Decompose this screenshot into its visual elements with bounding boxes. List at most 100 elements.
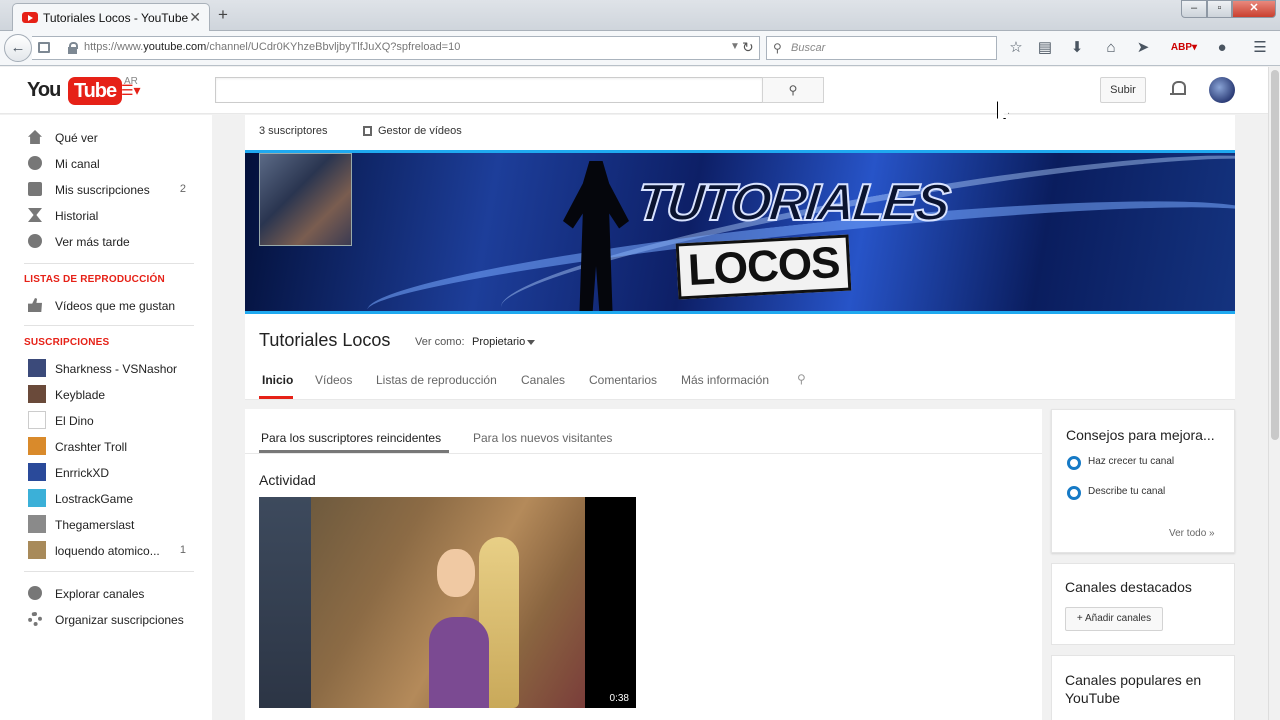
channel-owner-bar: 3 suscriptores Gestor de vídeos: [245, 115, 1235, 150]
reading-list-icon[interactable]: ▤: [1035, 38, 1055, 58]
tab-returning-subscribers[interactable]: Para los suscriptores reincidentes: [261, 431, 441, 445]
sidebar-item-history[interactable]: Historial: [24, 204, 194, 228]
channel-thumbnail: [28, 463, 46, 481]
reload-icon[interactable]: ↻: [742, 39, 754, 56]
tab-videos[interactable]: Vídeos: [315, 373, 352, 387]
subscription-item[interactable]: LostrackGame: [24, 487, 194, 511]
page-info-icon[interactable]: [38, 42, 50, 53]
window-close-button[interactable]: ✕: [1232, 0, 1276, 18]
subscription-item[interactable]: Keyblade: [24, 383, 194, 407]
new-tab-button[interactable]: +: [218, 5, 228, 25]
youtube-search-input[interactable]: [215, 77, 763, 103]
sidebar-item-label: Ver más tarde: [55, 235, 130, 249]
send-icon[interactable]: ➤: [1133, 38, 1153, 58]
tab-about[interactable]: Más información: [681, 373, 769, 387]
tips-title: Consejos para mejora...: [1066, 427, 1215, 443]
youtube-page: You Tube AR ☰▾ ⚲ Subir Qué ver Mi canal …: [0, 67, 1268, 720]
url-dropdown-icon[interactable]: ▼: [730, 41, 740, 52]
sidebar-item-label: Organizar suscripciones: [55, 613, 184, 627]
video-manager-link[interactable]: Gestor de vídeos: [378, 125, 462, 137]
tip-ring-icon: [1067, 486, 1081, 500]
history-icon: [28, 208, 42, 222]
window-maximize-button[interactable]: ▫: [1207, 0, 1232, 18]
tab-close-icon[interactable]: ✕: [189, 9, 201, 26]
avatar[interactable]: [1209, 77, 1235, 103]
upload-button[interactable]: Subir: [1100, 77, 1146, 103]
channel-banner[interactable]: TUTORIALES LOCOS: [245, 150, 1235, 314]
channel-feed: Para los suscriptores reincidentes Para …: [245, 409, 1042, 720]
channel-search-icon[interactable]: ⚲: [797, 372, 806, 386]
guide-sidebar: Qué ver Mi canal Mis suscripciones 2 His…: [0, 115, 212, 720]
video-thumbnail[interactable]: 0:38: [259, 497, 636, 708]
sidebar-item-manage-subscriptions[interactable]: Organizar suscripciones: [24, 608, 194, 632]
tab-discussion[interactable]: Comentarios: [589, 373, 657, 387]
subscription-label: Crashter Troll: [55, 440, 128, 454]
menu-icon[interactable]: ☰: [1250, 38, 1270, 58]
sidebar-item-my-channel[interactable]: Mi canal: [24, 152, 194, 176]
bookmark-star-icon[interactable]: ☆: [1006, 38, 1026, 58]
thumbs-up-icon: [28, 298, 42, 312]
download-icon[interactable]: ⬇: [1067, 38, 1087, 58]
sidebar-divider: [24, 263, 194, 264]
sidebar-item-label: Vídeos que me gustan: [55, 299, 176, 313]
sidebar-item-liked-videos[interactable]: Vídeos que me gustan: [24, 294, 194, 318]
channel-thumbnail: [28, 385, 46, 403]
youtube-search-button[interactable]: ⚲: [762, 77, 824, 103]
letterbox: [585, 497, 636, 708]
notifications-bell-icon[interactable]: [1169, 79, 1187, 99]
home-icon[interactable]: ⌂: [1101, 38, 1121, 58]
browser-search-field[interactable]: ⚲ Buscar: [766, 36, 997, 60]
add-channels-button[interactable]: + Añadir canales: [1065, 607, 1163, 631]
channel-title: Tutoriales Locos: [259, 330, 391, 350]
sidebar-item-what-to-watch[interactable]: Qué ver: [24, 126, 194, 150]
view-as-label: Ver como:: [415, 336, 465, 348]
address-bar[interactable]: https://www.youtube.com/channel/UCdr0KYh…: [32, 36, 760, 60]
sidebar-item-watch-later[interactable]: Ver más tarde: [24, 230, 194, 254]
subscription-item[interactable]: El Dino: [24, 409, 194, 433]
chevron-down-icon[interactable]: [527, 340, 535, 345]
guide-menu-icon[interactable]: ☰▾: [121, 82, 141, 99]
sidebar-item-label: Mi canal: [55, 157, 100, 171]
sidebar-item-explore-channels[interactable]: Explorar canales: [24, 582, 194, 606]
subscription-label: El Dino: [55, 414, 94, 428]
tab-channels[interactable]: Canales: [521, 373, 565, 387]
window-minimize-button[interactable]: –: [1181, 0, 1207, 18]
playlists-heading[interactable]: LISTAS DE REPRODUCCIÓN: [24, 274, 165, 285]
subscription-item[interactable]: EnrrickXD: [24, 461, 194, 485]
video-scene-face: [437, 549, 475, 597]
feed-divider: [245, 453, 1042, 454]
banner-logo-text-bottom: LOCOS: [675, 234, 852, 300]
scrollbar-thumb[interactable]: [1271, 70, 1279, 440]
subscriptions-heading[interactable]: SUSCRIPCIONES: [24, 337, 109, 348]
sidebar-item-label: Mis suscripciones: [55, 183, 150, 197]
see-all-link[interactable]: Ver todo »: [1169, 528, 1215, 539]
lock-icon: [68, 42, 78, 54]
browser-tab[interactable]: Tutoriales Locos - YouTube ✕: [12, 3, 210, 31]
video-manager-icon: [363, 126, 372, 136]
subscription-label: LostrackGame: [55, 492, 134, 506]
clock-icon: [28, 234, 42, 248]
adblock-icon[interactable]: ABP▾: [1170, 38, 1198, 58]
channel-thumbnail: [28, 359, 46, 377]
tab-new-visitors[interactable]: Para los nuevos visitantes: [473, 431, 612, 445]
banner-logo-text-top: TUTORIALES: [633, 173, 952, 233]
video-duration: 0:38: [606, 692, 632, 705]
tab-home[interactable]: Inicio: [262, 373, 293, 387]
search-placeholder: Buscar: [791, 42, 826, 54]
subscription-item[interactable]: loquendo atomico... 1: [24, 539, 194, 563]
back-arrow-icon[interactable]: ←: [4, 34, 32, 62]
subscription-item[interactable]: Crashter Troll: [24, 435, 194, 459]
subscriptions-icon: [28, 182, 42, 196]
chat-icon[interactable]: ●: [1212, 38, 1232, 58]
channel-avatar[interactable]: [259, 153, 352, 246]
masthead: You Tube AR ☰▾ ⚲ Subir: [0, 67, 1268, 114]
subscription-item[interactable]: Thegamerslast: [24, 513, 194, 537]
sidebar-item-label: Qué ver: [55, 131, 98, 145]
sidebar-item-my-subscriptions[interactable]: Mis suscripciones 2: [24, 178, 194, 202]
subscription-item[interactable]: Sharkness - VSNashor: [24, 357, 194, 381]
tab-playlists[interactable]: Listas de reproducción: [376, 373, 497, 387]
popular-channels-title: Canales populares en YouTube: [1065, 672, 1202, 706]
view-as-dropdown[interactable]: Propietario: [472, 336, 525, 348]
page-scrollbar[interactable]: [1268, 67, 1280, 720]
user-icon: [28, 156, 42, 170]
